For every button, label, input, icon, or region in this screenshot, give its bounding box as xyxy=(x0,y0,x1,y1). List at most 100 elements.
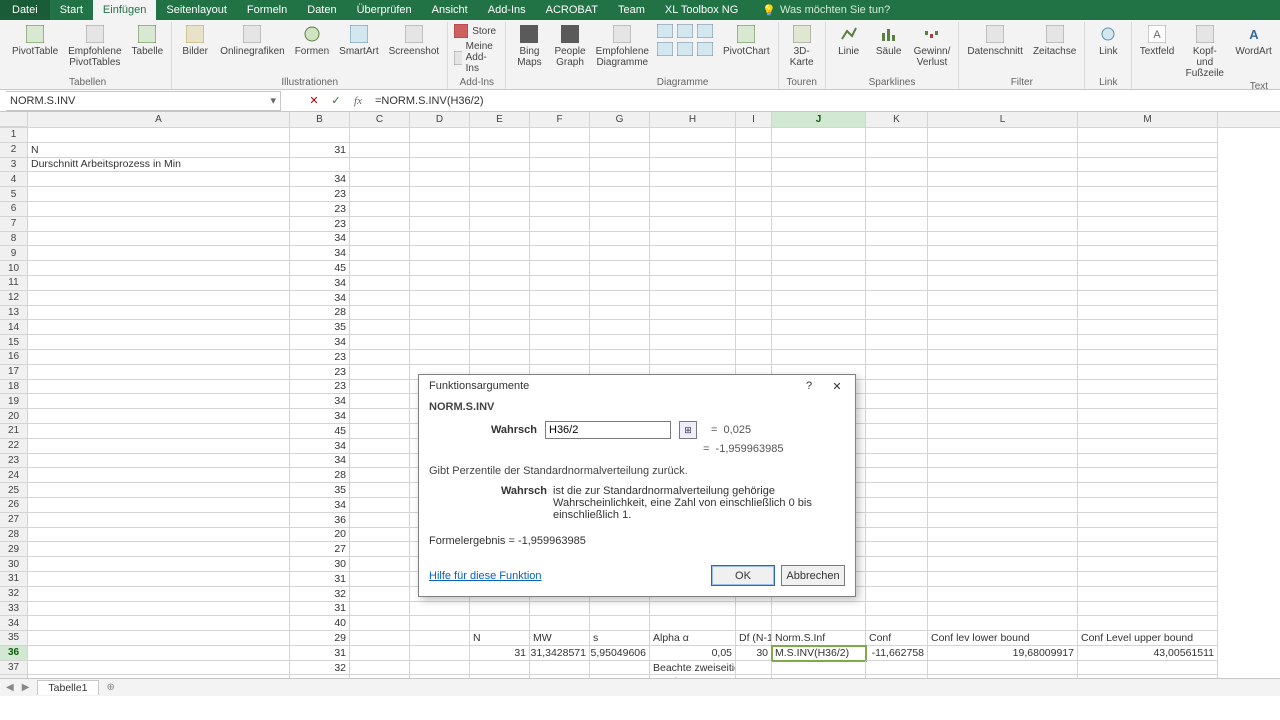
cell-I2[interactable] xyxy=(736,143,772,158)
cell-M25[interactable] xyxy=(1078,483,1218,498)
cell-M9[interactable] xyxy=(1078,246,1218,261)
cell-C32[interactable] xyxy=(350,587,410,602)
cell-H9[interactable] xyxy=(650,246,736,261)
cell-M20[interactable] xyxy=(1078,409,1218,424)
cell-C33[interactable] xyxy=(350,602,410,617)
cell-K27[interactable] xyxy=(866,513,928,528)
cell-B25[interactable]: 35 xyxy=(290,483,350,498)
cell-B31[interactable]: 31 xyxy=(290,572,350,587)
cell-C9[interactable] xyxy=(350,246,410,261)
cancel-icon[interactable]: ✕ xyxy=(303,91,325,111)
cell-G34[interactable] xyxy=(590,616,650,631)
cell-E35[interactable]: N xyxy=(470,631,530,646)
cell-K26[interactable] xyxy=(866,498,928,513)
cell-K3[interactable] xyxy=(866,158,928,173)
cell-D1[interactable] xyxy=(410,128,470,143)
cell-F2[interactable] xyxy=(530,143,590,158)
cell-A34[interactable] xyxy=(28,616,290,631)
cell-G8[interactable] xyxy=(590,232,650,247)
cell-A13[interactable] xyxy=(28,306,290,321)
cell-L22[interactable] xyxy=(928,439,1078,454)
cell-A3[interactable]: Durschnitt Arbeitsprozess in Min xyxy=(28,158,290,173)
cell-K9[interactable] xyxy=(866,246,928,261)
row-head-26[interactable]: 26 xyxy=(0,498,28,513)
cell-I8[interactable] xyxy=(736,232,772,247)
row-head-11[interactable]: 11 xyxy=(0,276,28,291)
cell-L25[interactable] xyxy=(928,483,1078,498)
cell-M4[interactable] xyxy=(1078,172,1218,187)
cell-A12[interactable] xyxy=(28,291,290,306)
cell-L14[interactable] xyxy=(928,320,1078,335)
cell-I10[interactable] xyxy=(736,261,772,276)
cell-K36[interactable]: -11,662758 xyxy=(866,646,928,661)
cell-M23[interactable] xyxy=(1078,454,1218,469)
dialog-titlebar[interactable]: Funktionsargumente ? ✕ xyxy=(419,375,855,397)
col-head-G[interactable]: G xyxy=(590,112,650,127)
cell-J13[interactable] xyxy=(772,306,866,321)
cell-D4[interactable] xyxy=(410,172,470,187)
cell-B23[interactable]: 34 xyxy=(290,454,350,469)
cell-C23[interactable] xyxy=(350,454,410,469)
cell-C37[interactable] xyxy=(350,661,410,676)
cell-C36[interactable] xyxy=(350,646,410,661)
cell-M24[interactable] xyxy=(1078,468,1218,483)
cell-K30[interactable] xyxy=(866,557,928,572)
cell-I36[interactable]: 30 xyxy=(736,646,772,661)
arg-input[interactable] xyxy=(545,421,671,439)
cell-K19[interactable] xyxy=(866,394,928,409)
header-footer-button[interactable]: Kopf- und Fußzeile xyxy=(1182,24,1228,79)
row-head-35[interactable]: 35 xyxy=(0,631,28,646)
cell-A37[interactable] xyxy=(28,661,290,676)
hyperlink-button[interactable]: Link xyxy=(1091,24,1125,57)
cell-F9[interactable] xyxy=(530,246,590,261)
ok-button[interactable]: OK xyxy=(711,565,775,586)
cell-A17[interactable] xyxy=(28,365,290,380)
tab-ansicht[interactable]: Ansicht xyxy=(422,0,478,20)
row-head-9[interactable]: 9 xyxy=(0,246,28,261)
row-head-5[interactable]: 5 xyxy=(0,187,28,202)
cell-K7[interactable] xyxy=(866,217,928,232)
row-head-23[interactable]: 23 xyxy=(0,454,28,469)
cell-B5[interactable]: 23 xyxy=(290,187,350,202)
cell-B22[interactable]: 34 xyxy=(290,439,350,454)
cell-A1[interactable] xyxy=(28,128,290,143)
row-head-1[interactable]: 1 xyxy=(0,128,28,143)
cell-B10[interactable]: 45 xyxy=(290,261,350,276)
cell-B19[interactable]: 34 xyxy=(290,394,350,409)
3d-map-button[interactable]: 3D- Karte xyxy=(785,24,819,68)
cell-J12[interactable] xyxy=(772,291,866,306)
cell-E14[interactable] xyxy=(470,320,530,335)
row-head-21[interactable]: 21 xyxy=(0,424,28,439)
cell-M18[interactable] xyxy=(1078,380,1218,395)
cell-H7[interactable] xyxy=(650,217,736,232)
cell-I15[interactable] xyxy=(736,335,772,350)
row-head-33[interactable]: 33 xyxy=(0,602,28,617)
row-head-27[interactable]: 27 xyxy=(0,513,28,528)
cell-D33[interactable] xyxy=(410,602,470,617)
cell-J1[interactable] xyxy=(772,128,866,143)
cell-K34[interactable] xyxy=(866,616,928,631)
cell-B3[interactable] xyxy=(290,158,350,173)
cell-C13[interactable] xyxy=(350,306,410,321)
cell-L33[interactable] xyxy=(928,602,1078,617)
cell-B16[interactable]: 23 xyxy=(290,350,350,365)
cell-K13[interactable] xyxy=(866,306,928,321)
fx-icon[interactable]: fx xyxy=(347,91,369,111)
tab-start[interactable]: Start xyxy=(50,0,93,20)
sparkline-line-button[interactable]: Linie xyxy=(832,24,866,57)
cell-B8[interactable]: 34 xyxy=(290,232,350,247)
cell-B33[interactable]: 31 xyxy=(290,602,350,617)
cell-E36[interactable]: 31 xyxy=(470,646,530,661)
cell-D16[interactable] xyxy=(410,350,470,365)
cell-H8[interactable] xyxy=(650,232,736,247)
cell-M34[interactable] xyxy=(1078,616,1218,631)
cell-A7[interactable] xyxy=(28,217,290,232)
row-head-37[interactable]: 37 xyxy=(0,661,28,676)
cell-M8[interactable] xyxy=(1078,232,1218,247)
cell-C27[interactable] xyxy=(350,513,410,528)
cell-G1[interactable] xyxy=(590,128,650,143)
cell-B14[interactable]: 35 xyxy=(290,320,350,335)
cell-G11[interactable] xyxy=(590,276,650,291)
cell-I16[interactable] xyxy=(736,350,772,365)
cell-E11[interactable] xyxy=(470,276,530,291)
